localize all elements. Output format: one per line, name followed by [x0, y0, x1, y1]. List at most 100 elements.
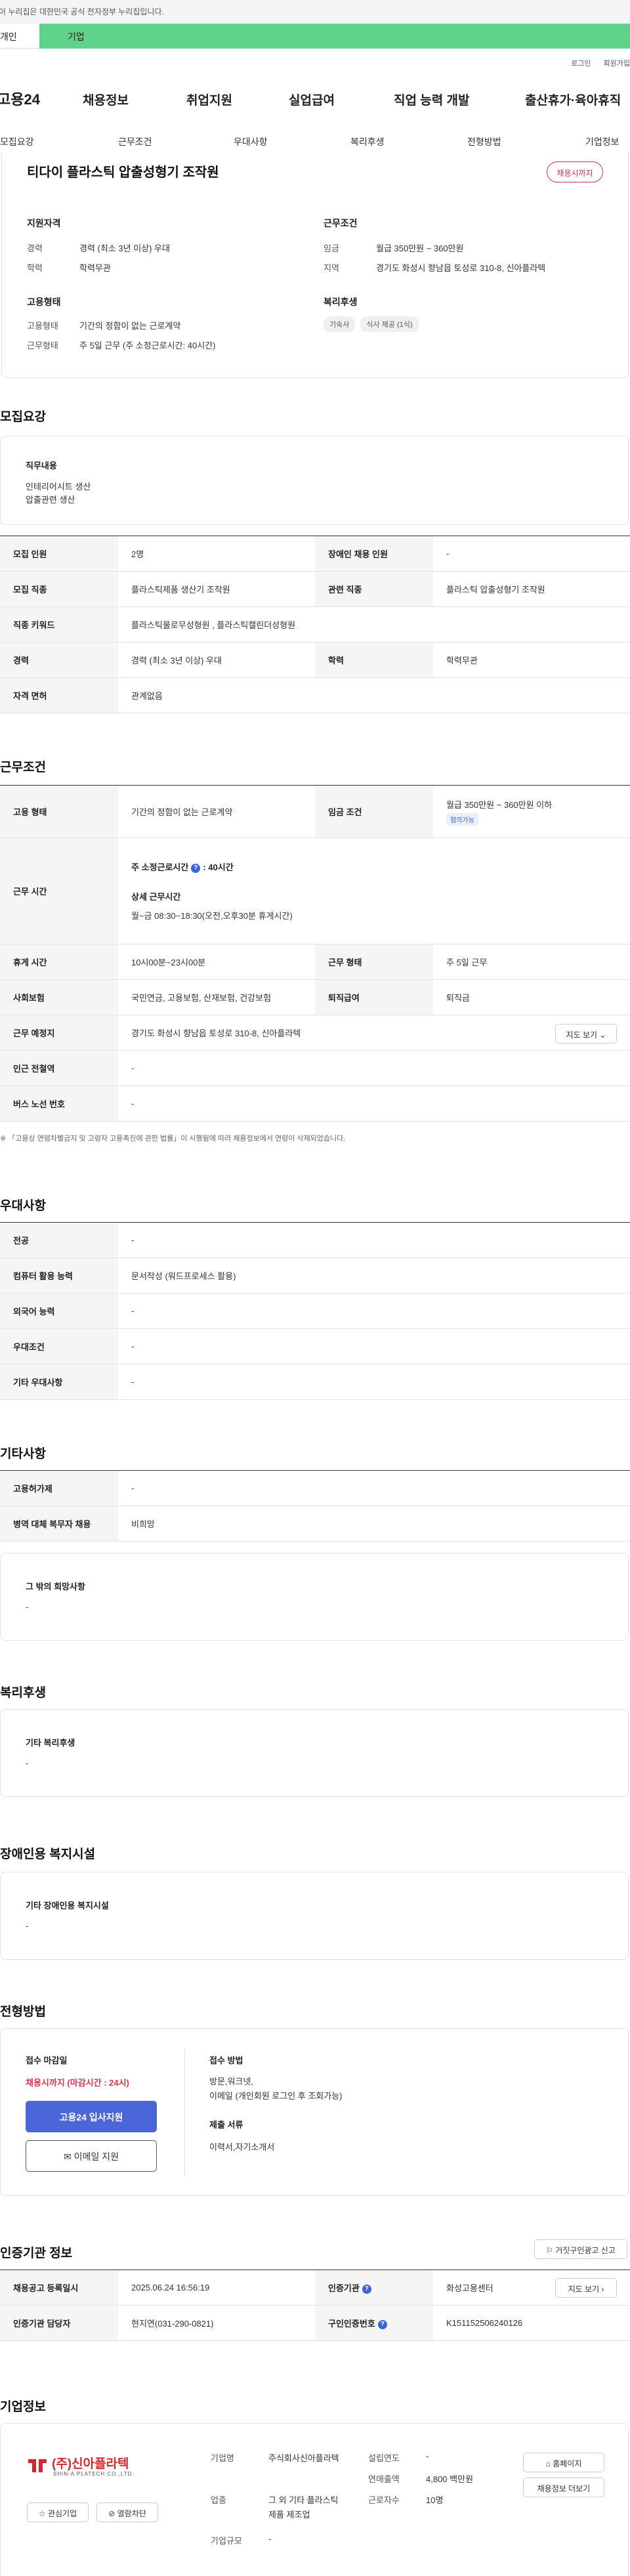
help-icon[interactable]: ?: [377, 2319, 387, 2329]
other-wishes-value: -: [26, 1602, 29, 1612]
career-value: 경력 (최소 3년 이상) 우대: [79, 243, 170, 253]
conditions-table: 고용 형태 기간의 정함이 없는 근로계약 임금 조건 월급 350만원 ~ 360…: [0, 785, 630, 1122]
home-icon: ⌂: [545, 2459, 551, 2468]
cell-value: -: [118, 1470, 630, 1506]
agency-map-button[interactable]: 지도 보기 ›: [555, 2278, 617, 2298]
login-link[interactable]: 로그인: [571, 60, 591, 68]
cell-value: K151152506240126: [433, 2305, 630, 2341]
cell-value: -: [118, 1328, 630, 1364]
cell-label: 버스 노선 번호: [0, 1086, 118, 1122]
cell-label: 병역 대체 복무자 채용: [0, 1506, 118, 1542]
gov-banner: 이 누리집은 대한민국 공식 전자정부 누리집입니다.: [0, 0, 630, 24]
section-tab-welfare[interactable]: 복리후생: [350, 135, 385, 148]
cell-value: 2025.06.24 16:56:19: [118, 2270, 315, 2306]
cell-label: 인근 전철역: [0, 1050, 118, 1086]
founded-value: -: [426, 2451, 429, 2461]
disability-value: -: [26, 1921, 29, 1931]
divider: [184, 2048, 185, 2177]
chevron-down-icon: ⌄: [599, 1030, 606, 1040]
employment-type-value: 기간의 정함이 없는 근로계약: [79, 321, 181, 331]
cell-value: 2명: [118, 536, 315, 572]
section-tab-selection[interactable]: 전형방법: [467, 135, 501, 148]
agency-cell: 화성고용센터 지도 보기 ›: [433, 2270, 630, 2306]
other-wishes-card: 그 밖의 희망사항 -: [0, 1553, 629, 1641]
job-title: 티다이 플라스틱 압출성형기 조작원: [27, 165, 219, 180]
cell-value: -: [118, 1222, 630, 1258]
cell-value: -: [433, 536, 630, 572]
cell-value: 퇴직금: [433, 979, 630, 1015]
cell-value: 플라스틱물로무성형원 , 플라스틱캘린더성형원: [118, 606, 630, 643]
weekly-hours-label: 주 소정근로시간: [131, 862, 189, 872]
agency-heading: 인증기관 정보: [0, 2247, 73, 2260]
nav-jobs[interactable]: 채용정보: [83, 91, 129, 108]
recruit-table: 모집 인원 2명 장애인 채용 인원 - 모집 직종 플라스틱제품 생산기 조작원 관련 …: [0, 536, 630, 713]
employment-heading: 고용형태: [27, 297, 61, 307]
section-tab-company[interactable]: 기업정보: [585, 135, 620, 148]
welfare-value: -: [26, 1758, 29, 1768]
cell-label: 인증기관?: [315, 2270, 433, 2306]
map-view-button[interactable]: 지도 보기 ⌄: [555, 1024, 617, 1044]
company-name-value: 주식회사신아플라텍: [268, 2453, 339, 2463]
nav-employment-support[interactable]: 취업지원: [186, 91, 232, 108]
method-line: 이메일 (개인회원 로그인 후 조회가능): [209, 2091, 343, 2101]
welfare-chip: 식사 제공 (1식): [360, 316, 419, 332]
job-desc-label: 직무내용: [26, 461, 57, 471]
help-icon[interactable]: ?: [362, 2284, 371, 2294]
tab-personal[interactable]: 개인: [0, 24, 39, 49]
flag-icon: ⚐: [546, 2246, 553, 2255]
work-type-label: 근무형태: [27, 341, 58, 350]
report-fake-ad-button[interactable]: ⚐ 거짓구인광고 신고: [534, 2239, 627, 2259]
qualification-heading: 지원자격: [27, 218, 61, 228]
wage-range: 월급 350만원 ~ 360만원 이하: [446, 799, 553, 810]
cell-label: 퇴직급여: [315, 979, 433, 1015]
nav-parental-leave[interactable]: 출산휴가·육아휴직: [525, 91, 621, 108]
homepage-button[interactable]: ⌂ 홈페이지: [523, 2453, 604, 2472]
welfare-heading: 복리후생: [324, 297, 358, 307]
cell-value: 비희망: [118, 1506, 630, 1542]
section-tab-preferred[interactable]: 우대사항: [234, 135, 268, 148]
user-type-tabs: 개인 기업: [0, 24, 630, 49]
report-fake-ad-label: 거짓구인광고 신고: [555, 2246, 616, 2255]
section-tab-recruit[interactable]: 모집요강: [0, 135, 34, 148]
cell-value: 플라스틱 압출성형기 조작원: [433, 571, 630, 607]
welfare-label: 기타 복리후생: [26, 1738, 75, 1748]
cell-label: 인증기관 담당자: [0, 2305, 118, 2341]
chevron-right-icon: ›: [601, 2285, 604, 2294]
agency-map-label: 지도 보기: [568, 2285, 600, 2294]
apply-button[interactable]: 고용24 입사지원: [26, 2101, 157, 2132]
job-desc-line: 인테리어시트 생산: [26, 482, 91, 492]
agency-table: 채용공고 등록일시 2025.06.24 16:56:19 인증기관? 화성고용센터…: [0, 2270, 630, 2341]
signup-link[interactable]: 회원가입: [604, 60, 630, 68]
cell-label: 채용공고 등록일시: [0, 2270, 118, 2306]
cell-label: 자격 면허: [0, 677, 118, 713]
cell-value: 국민연금, 고용보험, 산재보험, 건강보험: [118, 979, 315, 1015]
interest-company-button[interactable]: ☆ 관심기업: [27, 2502, 89, 2522]
cell-value: 주 5일 근무: [433, 944, 630, 980]
deadline-value: 채용시까지 (마감시간 : 24시): [26, 2078, 129, 2088]
block-view-button[interactable]: ⊘ 열람차단: [96, 2502, 158, 2522]
company-logo-text: (주)신아플라텍: [52, 2457, 129, 2471]
cell-label: 고용 형태: [0, 785, 118, 838]
main-nav: 고용24 채용정보 취업지원 실업급여 직업 능력 개발 출산휴가·육아휴직: [0, 85, 630, 112]
cell-label: 직종 키워드: [0, 606, 118, 643]
company-heading: 기업정보: [0, 2400, 46, 2414]
cell-value: 플라스틱제품 생산기 조작원: [118, 571, 315, 607]
help-icon[interactable]: ?: [191, 863, 201, 873]
top-links: 로그인 회원가입: [560, 58, 630, 68]
wage-value: 월급 350만원 ~ 360만원: [376, 243, 464, 253]
nav-unemployment-benefit[interactable]: 실업급여: [289, 91, 335, 108]
company-name-label: 기업명: [211, 2453, 234, 2463]
section-tab-conditions[interactable]: 근무조건: [118, 135, 152, 148]
email-apply-button[interactable]: ✉ 이메일 지원: [26, 2140, 157, 2172]
cell-label: 경력: [0, 642, 118, 678]
more-jobs-button[interactable]: 채용정보 더보기: [523, 2478, 604, 2497]
selection-heading: 전형방법: [0, 2005, 46, 2019]
cell-label: 우대조건: [0, 1328, 118, 1364]
welfare-chip: 기숙사: [324, 316, 356, 332]
nav-vocational-training[interactable]: 직업 능력 개발: [394, 91, 469, 108]
hours-cell: 주 소정근로시간?: 40시간 상세 근무시간 월~금 08:30~18:30(…: [118, 837, 630, 944]
deadline-label: 접수 마감일: [26, 2056, 68, 2065]
tab-business[interactable]: 기업: [39, 24, 630, 49]
education-label: 학력: [27, 263, 43, 273]
site-logo[interactable]: 고용24: [0, 88, 40, 109]
